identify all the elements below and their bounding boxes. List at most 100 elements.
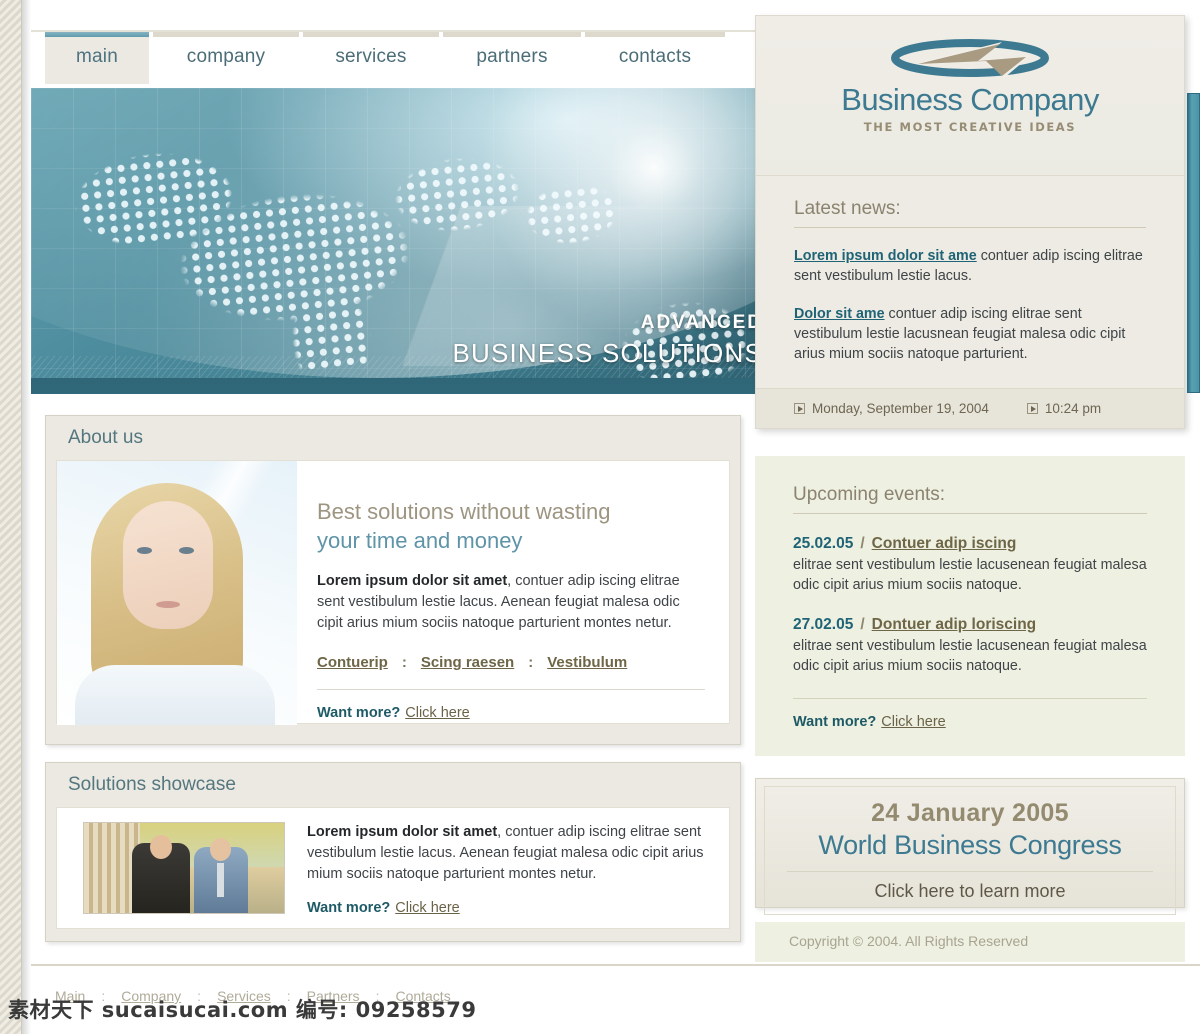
about-link-vestibulum[interactable]: Vestibulum — [547, 654, 627, 671]
scrollbar-thumb[interactable] — [1187, 93, 1200, 393]
page-left-edge-shadow — [22, 0, 31, 1034]
tab-indicator-contacts — [585, 32, 725, 37]
promo-learn-more-link[interactable]: Click here to learn more — [765, 881, 1175, 902]
tab-label-main: main — [76, 46, 118, 67]
news-item: Dolor sit ame contuer adip iscing elitra… — [794, 304, 1146, 364]
event-separator-2: / — [860, 616, 865, 633]
promo-banner[interactable]: 24 January 2005 World Business Congress … — [755, 778, 1185, 915]
solutions-body: Lorem ipsum dolor sit amet, contuer adip… — [56, 807, 730, 929]
hero-banner: ADVANCED BUSINESS SOLUTIONS — [31, 88, 755, 394]
solutions-paragraph: Lorem ipsum dolor sit amet, contuer adip… — [307, 822, 711, 885]
event-date-1: 25.02.05 — [793, 535, 854, 552]
about-link-contuerip[interactable]: Contuerip — [317, 654, 388, 671]
about-us-paragraph: Lorem ipsum dolor sit amet, contuer adip… — [317, 571, 705, 634]
event-item: 25.02.05 / Contuer adip iscing elitrae sen… — [793, 534, 1147, 595]
company-tagline: THE MOST CREATIVE IDEAS — [863, 120, 1077, 134]
event-text-1: elitrae sent vestibulum lestie lacusenea… — [793, 557, 1147, 593]
about-us-heading: Best solutions without wasting your time… — [317, 497, 705, 555]
events-want-more-label: Want more? — [793, 714, 877, 730]
solutions-want-more-label: Want more? — [307, 900, 391, 916]
company-name: Business Company — [841, 82, 1099, 117]
about-us-photo — [57, 461, 297, 725]
news-card: Business Company THE MOST CREATIVE IDEAS… — [755, 15, 1185, 429]
hero-bottom-bar — [31, 378, 755, 394]
about-us-panel-title: About us — [68, 427, 143, 448]
about-link-scing-raesen[interactable]: Scing raesen — [421, 654, 514, 671]
about-us-link-row: Contuerip: Scing raesen: Vestibulum — [317, 654, 705, 671]
about-us-divider — [317, 689, 705, 690]
hero-text-block: ADVANCED BUSINESS SOLUTIONS — [452, 310, 755, 370]
about-us-panel: About us Best solutions without wasting … — [45, 415, 741, 745]
tab-indicator-main — [45, 32, 149, 37]
play-box-icon — [1026, 403, 1038, 414]
event-separator-1: / — [860, 535, 865, 552]
news-item-link-2[interactable]: Dolor sit ame — [794, 306, 885, 322]
latest-news-section: Latest news: Lorem ipsum dolor sit ame c… — [756, 176, 1184, 388]
event-link-1[interactable]: Contuer adip iscing — [872, 535, 1017, 552]
event-head: 25.02.05 / Contuer adip iscing — [793, 534, 1147, 554]
solutions-text: Lorem ipsum dolor sit amet, contuer adip… — [285, 822, 711, 928]
about-us-click-here-link[interactable]: Click here — [405, 705, 469, 721]
about-us-heading-line2: your time and money — [317, 528, 523, 553]
tab-label-partners: partners — [476, 46, 548, 67]
event-text-2: elitrae sent vestibulum lestie lacusenea… — [793, 638, 1147, 674]
events-want-more: Want more? Click here — [793, 714, 1147, 730]
solutions-want-more: Want more? Click here — [307, 900, 711, 916]
tab-label-services: services — [335, 46, 407, 67]
tab-company[interactable]: company — [153, 32, 299, 84]
event-date-2: 27.02.05 — [793, 616, 854, 633]
upcoming-events-card: Upcoming events: 25.02.05 / Contuer adip i… — [755, 456, 1185, 756]
promo-date: 24 January 2005 — [871, 799, 1069, 827]
news-item-link-1[interactable]: Lorem ipsum dolor sit ame — [794, 248, 977, 264]
tab-label-contacts: contacts — [618, 46, 692, 67]
about-us-body: Best solutions without wasting your time… — [56, 460, 730, 725]
events-click-here-link[interactable]: Click here — [881, 714, 945, 730]
tab-indicator-services — [303, 32, 439, 37]
right-sidebar: Business Company THE MOST CREATIVE IDEAS… — [755, 15, 1185, 962]
tab-indicator-partners — [443, 32, 581, 37]
main-column: main company services partners contacts … — [31, 0, 755, 1034]
events-divider — [793, 698, 1147, 699]
about-us-want-more-label: Want more? — [317, 705, 401, 721]
event-head: 27.02.05 / Dontuer adip loriscing — [793, 615, 1147, 635]
tab-indicator-company — [153, 32, 299, 37]
about-us-text: Best solutions without wasting your time… — [297, 461, 729, 723]
solutions-showcase-panel: Solutions showcase Lorem ipsum dolor sit… — [45, 762, 741, 942]
current-date-value: Monday, September 19, 2004 — [812, 401, 989, 416]
page-left-edge-stripe — [0, 0, 22, 1034]
latest-news-heading: Latest news: — [794, 198, 1146, 228]
tab-partners[interactable]: partners — [443, 32, 581, 84]
about-us-want-more: Want more? Click here — [317, 705, 705, 721]
about-us-paragraph-lead: Lorem ipsum dolor sit amet — [317, 573, 508, 589]
solutions-click-here-link[interactable]: Click here — [395, 900, 459, 916]
solutions-paragraph-lead: Lorem ipsum dolor sit amet — [307, 824, 498, 840]
upcoming-events-heading: Upcoming events: — [793, 484, 1147, 514]
current-time: 10:24 pm — [1026, 401, 1102, 416]
tab-label-company: company — [186, 46, 266, 67]
date-time-bar: Monday, September 19, 2004 10:24 pm — [756, 388, 1184, 428]
solutions-photo — [83, 822, 285, 914]
solutions-panel-title: Solutions showcase — [68, 774, 236, 795]
footer-divider — [31, 964, 1200, 966]
event-link-2[interactable]: Dontuer adip loriscing — [872, 616, 1036, 633]
about-us-heading-line1: Best solutions without wasting — [317, 499, 611, 524]
hero-title: BUSINESS SOLUTIONS — [452, 338, 755, 368]
copyright-bar: Copyright © 2004. All Rights Reserved — [755, 922, 1185, 962]
promo-banner-inner: 24 January 2005 World Business Congress … — [764, 786, 1176, 915]
watermark: 素材天下 sucaisucai.com 编号: 09258579 — [8, 998, 477, 1022]
tab-contacts[interactable]: contacts — [585, 32, 725, 84]
current-date: Monday, September 19, 2004 — [794, 401, 989, 416]
tab-main[interactable]: main — [45, 32, 149, 84]
swoosh-logo-icon — [756, 38, 1184, 82]
hero-kicker: ADVANCED — [640, 312, 755, 333]
logo-area[interactable]: Business Company THE MOST CREATIVE IDEAS — [756, 16, 1184, 176]
primary-navigation[interactable]: main company services partners contacts — [45, 32, 755, 84]
promo-divider — [787, 871, 1153, 872]
play-box-icon — [794, 403, 805, 414]
news-item: Lorem ipsum dolor sit ame contuer adip i… — [794, 246, 1146, 286]
about-link-separator-1: : — [401, 654, 407, 671]
current-time-value: 10:24 pm — [1044, 401, 1102, 416]
tab-services[interactable]: services — [303, 32, 439, 84]
promo-title: World Business Congress — [818, 830, 1122, 860]
event-item: 27.02.05 / Dontuer adip loriscing elitrae … — [793, 615, 1147, 676]
